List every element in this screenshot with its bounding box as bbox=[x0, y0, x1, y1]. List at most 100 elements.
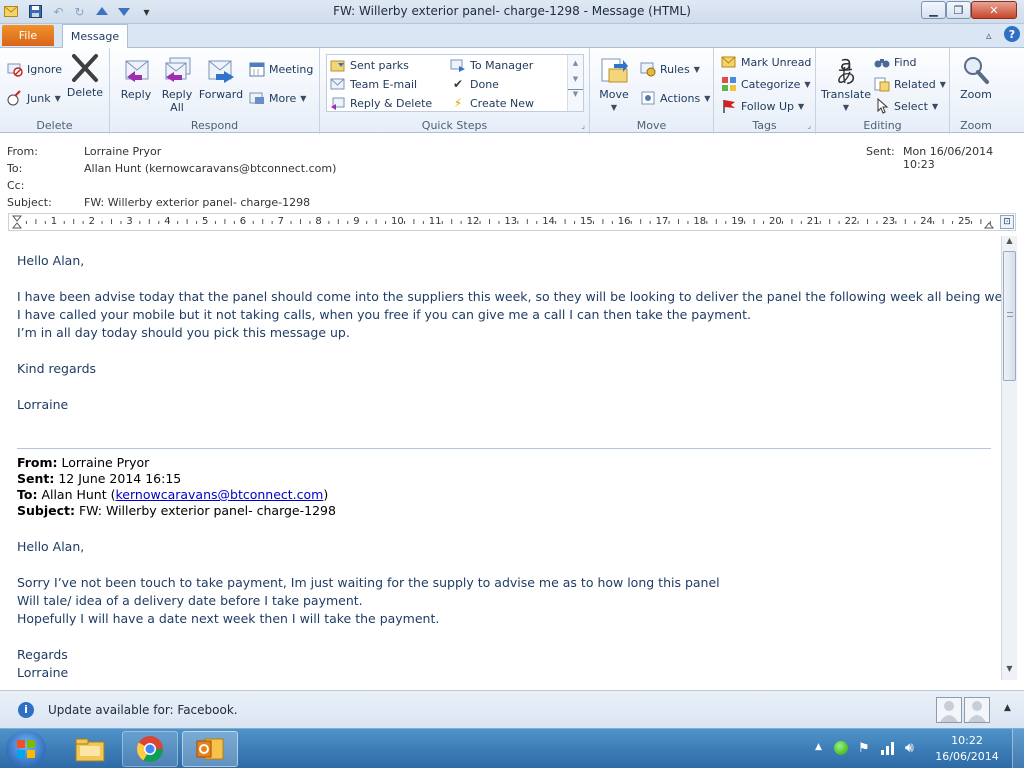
ruler-number: 14 bbox=[542, 216, 555, 227]
related-button[interactable]: Related ▼ bbox=[874, 75, 946, 93]
forward-button[interactable]: Forward bbox=[199, 54, 243, 101]
outlook-taskbar-icon[interactable] bbox=[182, 731, 238, 767]
zoom-group: Zoom Zoom bbox=[950, 48, 1002, 134]
fwd-from: From: Lorraine Pryor bbox=[17, 455, 149, 470]
reply-delete-icon bbox=[330, 95, 346, 111]
scroll-up-icon[interactable]: ▲ bbox=[568, 59, 583, 67]
body-signature: Lorraine bbox=[17, 397, 69, 412]
scroll-thumb[interactable] bbox=[1003, 251, 1016, 381]
expand-gallery-icon[interactable]: ▼ bbox=[568, 89, 583, 98]
status-green-icon[interactable] bbox=[834, 741, 848, 755]
fwd-sent-value: 12 June 2014 16:15 bbox=[58, 471, 182, 486]
find-button[interactable]: Find bbox=[874, 53, 917, 71]
quickstep-label: Team E-mail bbox=[350, 77, 418, 91]
start-button[interactable] bbox=[6, 731, 46, 767]
zoom-button[interactable]: Zoom bbox=[956, 54, 996, 101]
fwd-to-email-link[interactable]: kernowcaravans@btconnect.com bbox=[116, 487, 324, 502]
body-line: I have been advise today that the panel … bbox=[17, 289, 1001, 304]
fwd-from-label: From: bbox=[17, 455, 58, 470]
body-line: I have called your mobile but it not tak… bbox=[17, 307, 751, 322]
reply-button[interactable]: Reply bbox=[118, 54, 154, 101]
window-title: FW: Willerby exterior panel- charge-1298… bbox=[333, 4, 691, 18]
tab-file[interactable]: File bbox=[2, 25, 54, 46]
maximize-button[interactable]: ❐ bbox=[946, 1, 971, 19]
close-button[interactable]: ✕ bbox=[971, 1, 1017, 19]
chevron-down-icon: ▼ bbox=[798, 101, 805, 111]
vertical-scrollbar[interactable]: ▲ ▼ bbox=[1001, 236, 1017, 680]
actions-label: Actions bbox=[660, 91, 701, 105]
scroll-down-icon[interactable]: ▼ bbox=[568, 75, 583, 83]
minimize-ribbon-icon[interactable]: ▵ bbox=[986, 29, 992, 42]
fwd-from-value: Lorraine Pryor bbox=[61, 455, 150, 470]
meeting-button[interactable]: Meeting bbox=[249, 60, 313, 78]
gallery-scroll[interactable]: ▲ ▼ ▼ bbox=[567, 55, 583, 111]
move-button[interactable]: Move ▼ bbox=[596, 54, 632, 114]
volume-icon[interactable]: 🔊︎ bbox=[905, 740, 914, 756]
mark-unread-label: Mark Unread bbox=[741, 55, 812, 69]
quickstep-create-new[interactable]: ⚡ Create New bbox=[450, 94, 534, 112]
binoculars-icon bbox=[874, 54, 890, 70]
help-icon[interactable]: ? bbox=[1004, 26, 1020, 42]
to-label: To: bbox=[7, 162, 23, 175]
translate-button[interactable]: aあ Translate ▼ bbox=[820, 53, 872, 114]
dialog-launcher-icon[interactable]: ⌟ bbox=[807, 121, 811, 130]
dialog-launcher-icon[interactable]: ⌟ bbox=[581, 121, 585, 130]
reply-label: Reply bbox=[120, 88, 152, 101]
action-center-flag-icon[interactable]: ⚑ bbox=[858, 741, 870, 756]
fwd-line: Hopefully I will have a date next week t… bbox=[17, 611, 440, 626]
ruler-number: 16 bbox=[617, 216, 631, 227]
meeting-label: Meeting bbox=[269, 62, 314, 76]
ignore-button[interactable]: Ignore bbox=[7, 60, 62, 78]
expand-people-pane-icon[interactable]: ▲ bbox=[1004, 703, 1011, 713]
quickstep-to-manager[interactable]: To Manager bbox=[450, 56, 533, 74]
scroll-up-icon[interactable]: ▲ bbox=[1002, 236, 1017, 250]
fwd-subject-label: Subject: bbox=[17, 503, 75, 518]
fwd-to-label: To: bbox=[17, 487, 38, 502]
people-pane-bar: i Update available for: Facebook. ▲ bbox=[0, 690, 1024, 728]
quickstep-reply-delete[interactable]: Reply & Delete bbox=[330, 94, 432, 112]
minimize-button[interactable]: ▁ bbox=[921, 1, 946, 19]
delete-button[interactable]: Delete bbox=[66, 52, 104, 99]
person-icon[interactable] bbox=[964, 697, 990, 723]
update-notice[interactable]: Update available for: Facebook. bbox=[48, 703, 238, 717]
fwd-subject-value: FW: Willerby exterior panel- charge-1298 bbox=[78, 503, 336, 518]
tab-message[interactable]: Message bbox=[62, 24, 128, 48]
explorer-taskbar-icon[interactable] bbox=[62, 731, 118, 767]
quickstep-sent-parks[interactable]: Sent parks bbox=[330, 56, 409, 74]
to-value[interactable]: Allan Hunt (kernowcaravans@btconnect.com… bbox=[84, 162, 336, 175]
checkmark-icon: ✔ bbox=[452, 77, 464, 91]
more-button[interactable]: More ▼ bbox=[249, 89, 306, 107]
show-desktop-button[interactable] bbox=[1012, 729, 1024, 769]
network-icon[interactable] bbox=[880, 741, 896, 758]
chevron-down-icon: ▼ bbox=[300, 93, 307, 103]
reply-all-icon bbox=[161, 54, 193, 86]
forward-mail-icon bbox=[450, 57, 466, 73]
follow-up-button[interactable]: Follow Up ▼ bbox=[721, 97, 804, 115]
sent-label: Sent: bbox=[866, 145, 895, 158]
categorize-button[interactable]: Categorize ▼ bbox=[721, 75, 811, 93]
reply-all-button[interactable]: Reply All bbox=[159, 54, 195, 114]
quickstep-team-email[interactable]: Team E-mail bbox=[330, 75, 417, 93]
taskbar: ▲ ⚑ 🔊︎ 10:22 16/06/2014 bbox=[0, 728, 1024, 769]
junk-label: Junk bbox=[27, 91, 51, 105]
actions-button[interactable]: Actions ▼ bbox=[640, 89, 710, 107]
ruler-number: 17 bbox=[655, 216, 669, 227]
show-hidden-icons-icon[interactable]: ▲ bbox=[815, 742, 822, 752]
scroll-down-icon[interactable]: ▼ bbox=[1002, 664, 1017, 678]
ribbon: Ignore Junk ▼ Delete Delete Reply Reply … bbox=[0, 47, 1024, 134]
quickstep-done[interactable]: ✔ Done bbox=[450, 75, 499, 93]
chevron-down-icon: ▼ bbox=[610, 103, 618, 112]
from-value[interactable]: Lorraine Pryor bbox=[84, 145, 161, 158]
rules-button[interactable]: Rules ▼ bbox=[640, 60, 700, 78]
clock-time[interactable]: 10:22 bbox=[932, 734, 1002, 747]
clock-date[interactable]: 16/06/2014 bbox=[932, 750, 1002, 763]
select-button[interactable]: Select ▼ bbox=[874, 97, 938, 115]
move-group: Move ▼ Rules ▼ Actions ▼ Move bbox=[590, 48, 714, 134]
fwd-sent-label: Sent: bbox=[17, 471, 55, 486]
person-icon[interactable] bbox=[936, 697, 962, 723]
ruler-toggle-icon[interactable]: ⊡ bbox=[1000, 215, 1014, 229]
chrome-taskbar-icon[interactable] bbox=[122, 731, 178, 767]
lightning-icon: ⚡ bbox=[453, 96, 463, 110]
junk-button[interactable]: Junk ▼ bbox=[7, 89, 61, 107]
mark-unread-button[interactable]: Mark Unread bbox=[721, 53, 811, 71]
